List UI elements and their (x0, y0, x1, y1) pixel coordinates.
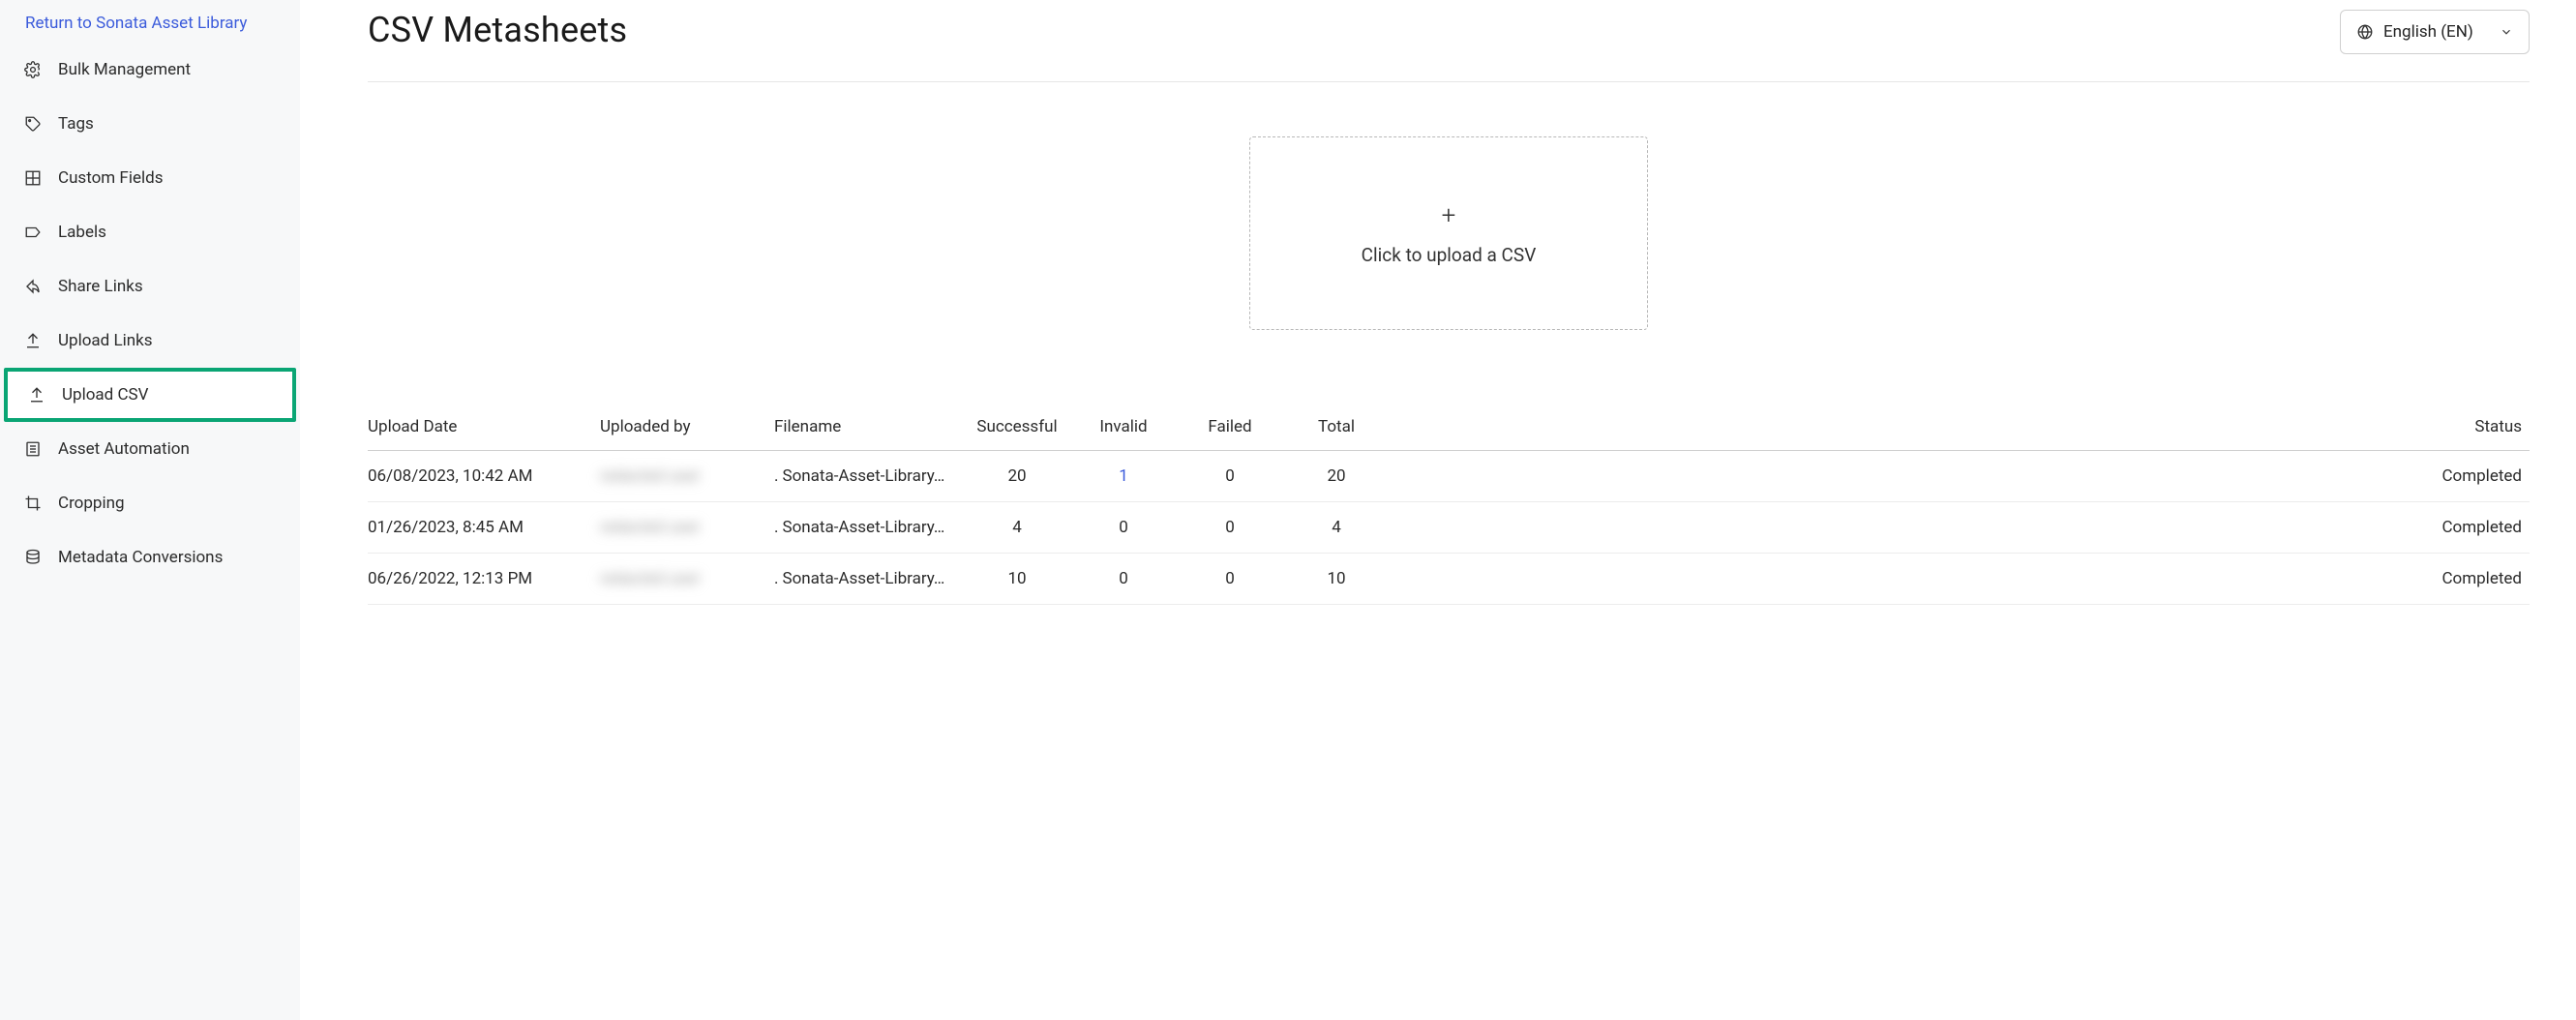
main-content: CSV Metasheets English (EN) + Click to u… (300, 0, 2576, 1020)
sidebar-item-label: Upload CSV (62, 385, 148, 405)
sidebar-item-label: Labels (58, 223, 106, 242)
sidebar-item-upload-links[interactable]: Upload Links (0, 314, 300, 368)
cell-successful: 4 (968, 502, 1074, 554)
sidebar-item-upload-csv[interactable]: Upload CSV (4, 368, 296, 422)
col-uploaded-by: Uploaded by (600, 407, 774, 451)
sidebar-item-label: Cropping (58, 494, 125, 513)
share-icon (23, 277, 43, 296)
col-status: Status (1393, 407, 2530, 451)
cell-failed: 0 (1181, 502, 1287, 554)
page-title: CSV Metasheets (368, 10, 627, 50)
cell-total: 10 (1287, 554, 1393, 605)
col-invalid: Invalid (1074, 407, 1181, 451)
upload-label: Click to upload a CSV (1362, 244, 1537, 266)
upload-icon (23, 331, 43, 350)
label-icon (23, 223, 43, 242)
col-filename: Filename (774, 407, 968, 451)
gear-icon (23, 60, 43, 79)
sidebar-item-custom-fields[interactable]: Custom Fields (0, 151, 300, 205)
col-failed: Failed (1181, 407, 1287, 451)
cell-invalid: 0 (1074, 502, 1181, 554)
sidebar-item-labels[interactable]: Labels (0, 205, 300, 259)
cell-upload-date: 01/26/2023, 8:45 AM (368, 502, 600, 554)
cell-status: Completed (1393, 554, 2530, 605)
col-total: Total (1287, 407, 1393, 451)
sidebar-item-label: Metadata Conversions (58, 548, 223, 567)
cell-successful: 10 (968, 554, 1074, 605)
cell-total: 20 (1287, 451, 1393, 502)
table-row: 06/26/2022, 12:13 PMredacted user.Sonata… (368, 554, 2530, 605)
cell-invalid[interactable]: 1 (1074, 451, 1181, 502)
return-link[interactable]: Return to Sonata Asset Library (0, 12, 300, 43)
upload-dropzone[interactable]: + Click to upload a CSV (1249, 136, 1648, 330)
table-row: 01/26/2023, 8:45 AMredacted user.Sonata-… (368, 502, 2530, 554)
cell-total: 4 (1287, 502, 1393, 554)
cell-invalid: 0 (1074, 554, 1181, 605)
cell-status: Completed (1393, 502, 2530, 554)
cell-upload-date: 06/08/2023, 10:42 AM (368, 451, 600, 502)
cell-upload-date: 06/26/2022, 12:13 PM (368, 554, 600, 605)
globe-icon (2356, 23, 2374, 41)
cell-filename: .Sonata-Asset-Library… (774, 554, 968, 605)
crop-icon (23, 494, 43, 513)
sidebar-item-label: Upload Links (58, 331, 153, 350)
sidebar-item-label: Share Links (58, 277, 143, 296)
database-icon (23, 548, 43, 567)
automation-icon (23, 439, 43, 459)
sidebar: Return to Sonata Asset Library Bulk Mana… (0, 0, 300, 1020)
grid-icon (23, 168, 43, 188)
sidebar-item-label: Tags (58, 114, 94, 134)
sidebar-item-share-links[interactable]: Share Links (0, 259, 300, 314)
cell-status: Completed (1393, 451, 2530, 502)
sidebar-item-cropping[interactable]: Cropping (0, 476, 300, 530)
sidebar-item-metadata-conversions[interactable]: Metadata Conversions (0, 530, 300, 585)
col-successful: Successful (968, 407, 1074, 451)
sidebar-item-label: Bulk Management (58, 60, 191, 79)
sidebar-item-label: Custom Fields (58, 168, 163, 188)
language-select[interactable]: English (EN) (2340, 10, 2530, 54)
cell-uploaded-by: redacted user (600, 451, 774, 502)
sidebar-item-asset-automation[interactable]: Asset Automation (0, 422, 300, 476)
cell-successful: 20 (968, 451, 1074, 502)
plus-icon: + (1442, 201, 1456, 230)
sidebar-item-bulk-management[interactable]: Bulk Management (0, 43, 300, 97)
uploads-table: Upload Date Uploaded by Filename Success… (368, 407, 2530, 605)
chevron-down-icon (2500, 25, 2513, 39)
tag-icon (23, 114, 43, 134)
language-label: English (EN) (2383, 22, 2473, 42)
col-upload-date: Upload Date (368, 407, 600, 451)
sidebar-item-tags[interactable]: Tags (0, 97, 300, 151)
sidebar-item-label: Asset Automation (58, 439, 190, 459)
cell-filename: .Sonata-Asset-Library… (774, 502, 968, 554)
cell-filename: .Sonata-Asset-Library… (774, 451, 968, 502)
cell-failed: 0 (1181, 451, 1287, 502)
cell-uploaded-by: redacted user (600, 502, 774, 554)
table-row: 06/08/2023, 10:42 AMredacted user.Sonata… (368, 451, 2530, 502)
cell-uploaded-by: redacted user (600, 554, 774, 605)
cell-failed: 0 (1181, 554, 1287, 605)
upload-icon (27, 385, 46, 405)
